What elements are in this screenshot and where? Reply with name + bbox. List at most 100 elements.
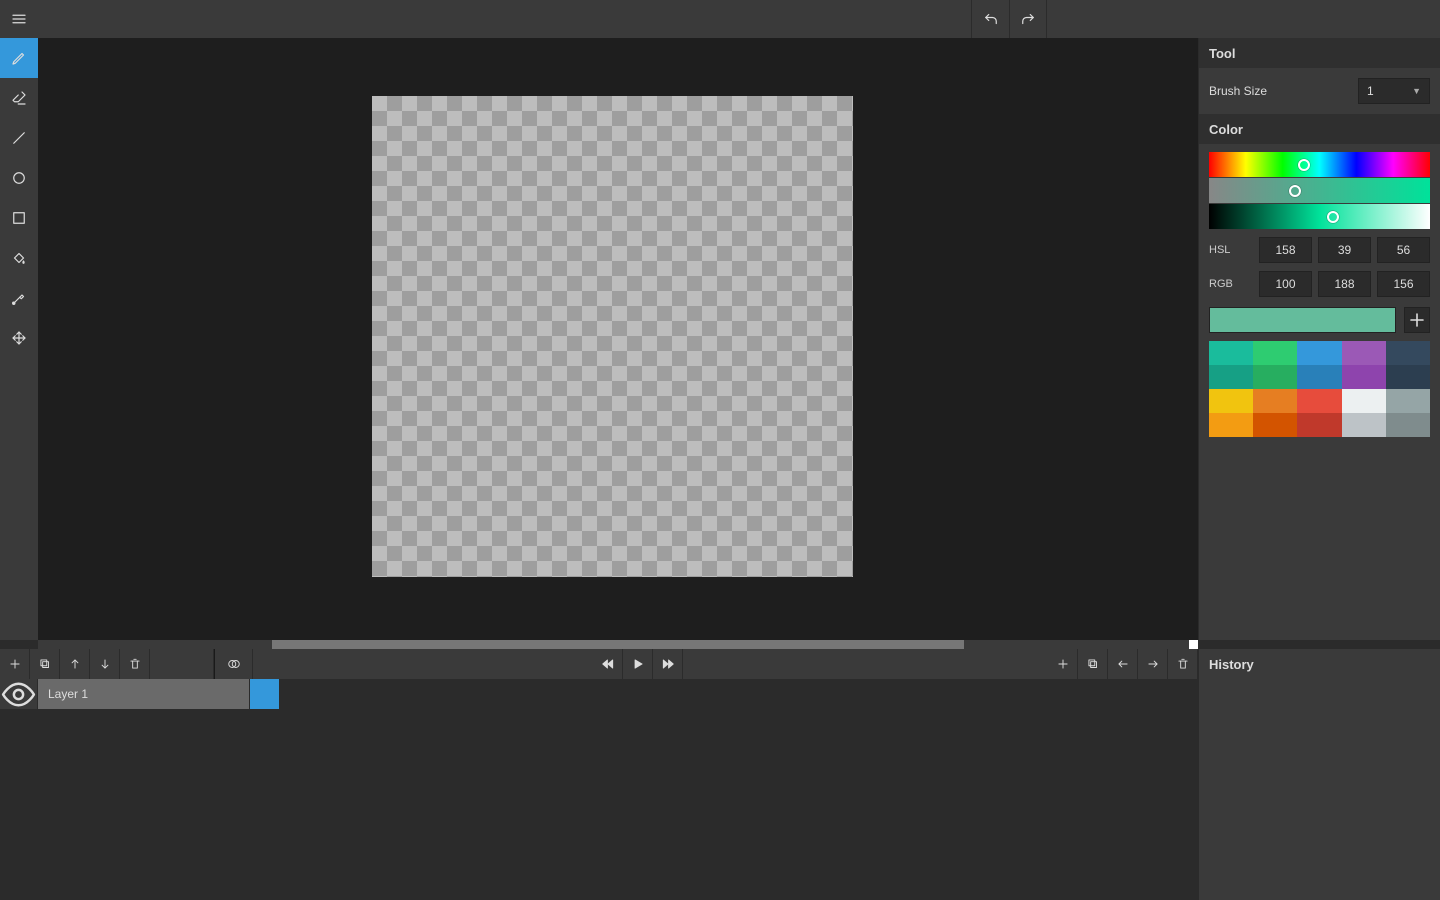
hscroll-thumb[interactable] [272, 640, 964, 649]
rgb-b-input[interactable] [1377, 271, 1430, 297]
palette-swatch[interactable] [1253, 365, 1297, 389]
frame-track[interactable] [280, 679, 1198, 709]
palette-swatch[interactable] [1342, 413, 1386, 437]
rgb-r-input[interactable] [1259, 271, 1312, 297]
eraser-tool[interactable] [0, 78, 38, 118]
palette-swatch[interactable] [1386, 365, 1430, 389]
canvas-area [38, 38, 1198, 640]
layer-visibility-toggle[interactable] [0, 679, 38, 709]
move-icon [10, 329, 28, 347]
move-tool[interactable] [0, 318, 38, 358]
duplicate-icon [1086, 657, 1100, 671]
brush-size-value: 1 [1367, 84, 1374, 98]
frame-left-button[interactable] [1108, 649, 1138, 679]
layer-row: Layer 1 [0, 679, 1198, 709]
play-button[interactable] [623, 649, 653, 679]
brush-size-select[interactable]: 1 ▼ [1358, 78, 1430, 104]
tool-panel-header: Tool [1199, 38, 1440, 68]
eyedropper-tool[interactable] [0, 278, 38, 318]
eye-icon [0, 676, 37, 713]
history-panel: History [1198, 649, 1440, 900]
layer-down-button[interactable] [90, 649, 120, 679]
undo-button[interactable] [971, 0, 1009, 38]
hscroll-track[interactable] [38, 640, 1198, 649]
lightness-slider[interactable] [1209, 204, 1430, 229]
arrow-up-icon [68, 657, 82, 671]
playback-controls [593, 649, 683, 679]
onion-skin-icon [227, 657, 241, 671]
palette-swatch[interactable] [1297, 365, 1341, 389]
rewind-button[interactable] [593, 649, 623, 679]
bucket-icon [10, 249, 28, 267]
arrow-down-icon [98, 657, 112, 671]
fast-forward-button[interactable] [653, 649, 683, 679]
palette-swatch[interactable] [1297, 341, 1341, 365]
eraser-icon [10, 89, 28, 107]
hsl-s-input[interactable] [1318, 237, 1371, 263]
play-icon [631, 657, 645, 671]
palette-swatch[interactable] [1297, 389, 1341, 413]
delete-layer-button[interactable] [120, 649, 150, 679]
palette-swatch[interactable] [1209, 341, 1253, 365]
circle-tool[interactable] [0, 158, 38, 198]
brush-size-label: Brush Size [1209, 84, 1267, 98]
redo-icon [1019, 10, 1037, 28]
chevron-down-icon: ▼ [1412, 86, 1421, 96]
palette-swatch[interactable] [1209, 365, 1253, 389]
palette-swatch[interactable] [1253, 341, 1297, 365]
palette-swatch[interactable] [1342, 341, 1386, 365]
eyedropper-icon [10, 289, 28, 307]
hue-slider-knob[interactable] [1298, 159, 1310, 171]
add-layer-button[interactable] [0, 649, 30, 679]
layer-up-button[interactable] [60, 649, 90, 679]
topbar [0, 0, 1440, 38]
square-icon [10, 209, 28, 227]
palette-swatch[interactable] [1209, 413, 1253, 437]
pencil-icon [10, 49, 28, 67]
frame-cell-active[interactable] [250, 679, 280, 709]
duplicate-layer-button[interactable] [30, 649, 60, 679]
palette-swatch[interactable] [1253, 389, 1297, 413]
trash-icon [128, 657, 142, 671]
palette-swatch[interactable] [1386, 341, 1430, 365]
palette-swatch[interactable] [1342, 365, 1386, 389]
add-frame-button[interactable] [1048, 649, 1078, 679]
hsl-label: HSL [1209, 244, 1253, 256]
hscroll-end-marker [1189, 640, 1198, 649]
palette-grid [1209, 341, 1430, 437]
redo-button[interactable] [1009, 0, 1047, 38]
rgb-g-input[interactable] [1318, 271, 1371, 297]
pencil-tool[interactable] [0, 38, 38, 78]
arrow-left-icon [1116, 657, 1130, 671]
plus-icon [8, 657, 22, 671]
current-color-swatch [1209, 307, 1396, 333]
line-icon [10, 129, 28, 147]
palette-swatch[interactable] [1209, 389, 1253, 413]
duplicate-frame-button[interactable] [1078, 649, 1108, 679]
circle-icon [10, 169, 28, 187]
lightness-slider-knob[interactable] [1327, 211, 1339, 223]
rectangle-tool[interactable] [0, 198, 38, 238]
hsl-h-input[interactable] [1259, 237, 1312, 263]
palette-swatch[interactable] [1386, 413, 1430, 437]
onion-skin-button[interactable] [215, 649, 253, 679]
palette-swatch[interactable] [1297, 413, 1341, 437]
hsl-l-input[interactable] [1377, 237, 1430, 263]
canvas[interactable] [372, 96, 853, 577]
palette-swatch[interactable] [1386, 389, 1430, 413]
menu-button[interactable] [0, 0, 38, 38]
saturation-slider[interactable] [1209, 178, 1430, 203]
line-tool[interactable] [0, 118, 38, 158]
palette-swatch[interactable] [1253, 413, 1297, 437]
timeline-area: Layer 1 [0, 649, 1198, 900]
palette-swatch[interactable] [1342, 389, 1386, 413]
bucket-tool[interactable] [0, 238, 38, 278]
saturation-slider-knob[interactable] [1289, 185, 1301, 197]
layer-toolbar [0, 649, 1198, 679]
add-swatch-button[interactable] [1404, 307, 1430, 333]
undo-icon [982, 10, 1000, 28]
frame-right-button[interactable] [1138, 649, 1168, 679]
delete-frame-button[interactable] [1168, 649, 1198, 679]
hue-slider[interactable] [1209, 152, 1430, 177]
layer-name[interactable]: Layer 1 [38, 679, 250, 709]
